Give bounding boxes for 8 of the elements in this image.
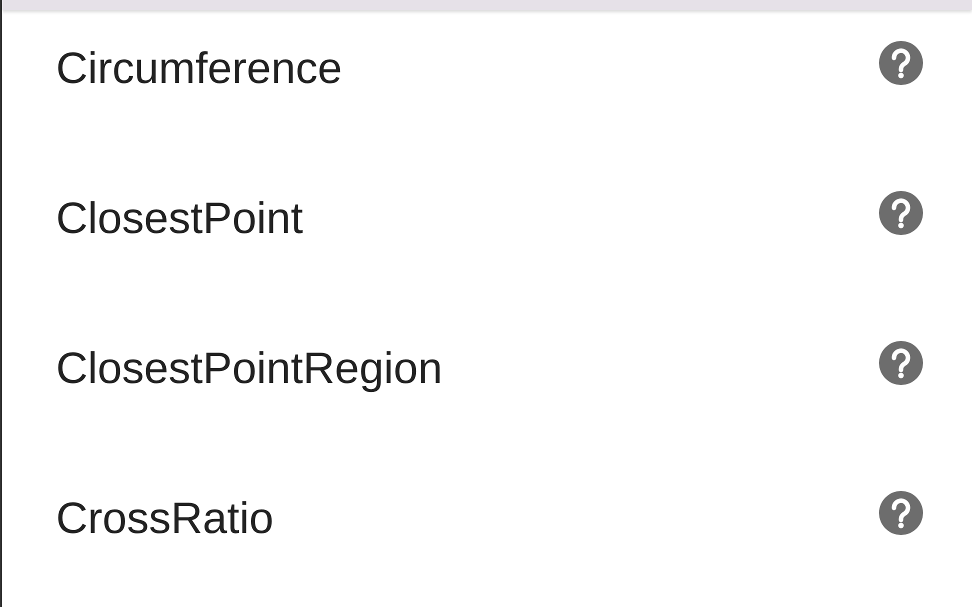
function-name: CrossRatio [56, 494, 274, 544]
function-name: ClosestPointRegion [56, 344, 442, 394]
help-icon[interactable] [878, 340, 924, 386]
help-icon[interactable] [878, 490, 924, 536]
help-icon[interactable] [878, 40, 924, 86]
function-name: ClosestPoint [56, 194, 304, 244]
function-name: Circumference [56, 44, 342, 94]
help-icon[interactable] [878, 190, 924, 236]
